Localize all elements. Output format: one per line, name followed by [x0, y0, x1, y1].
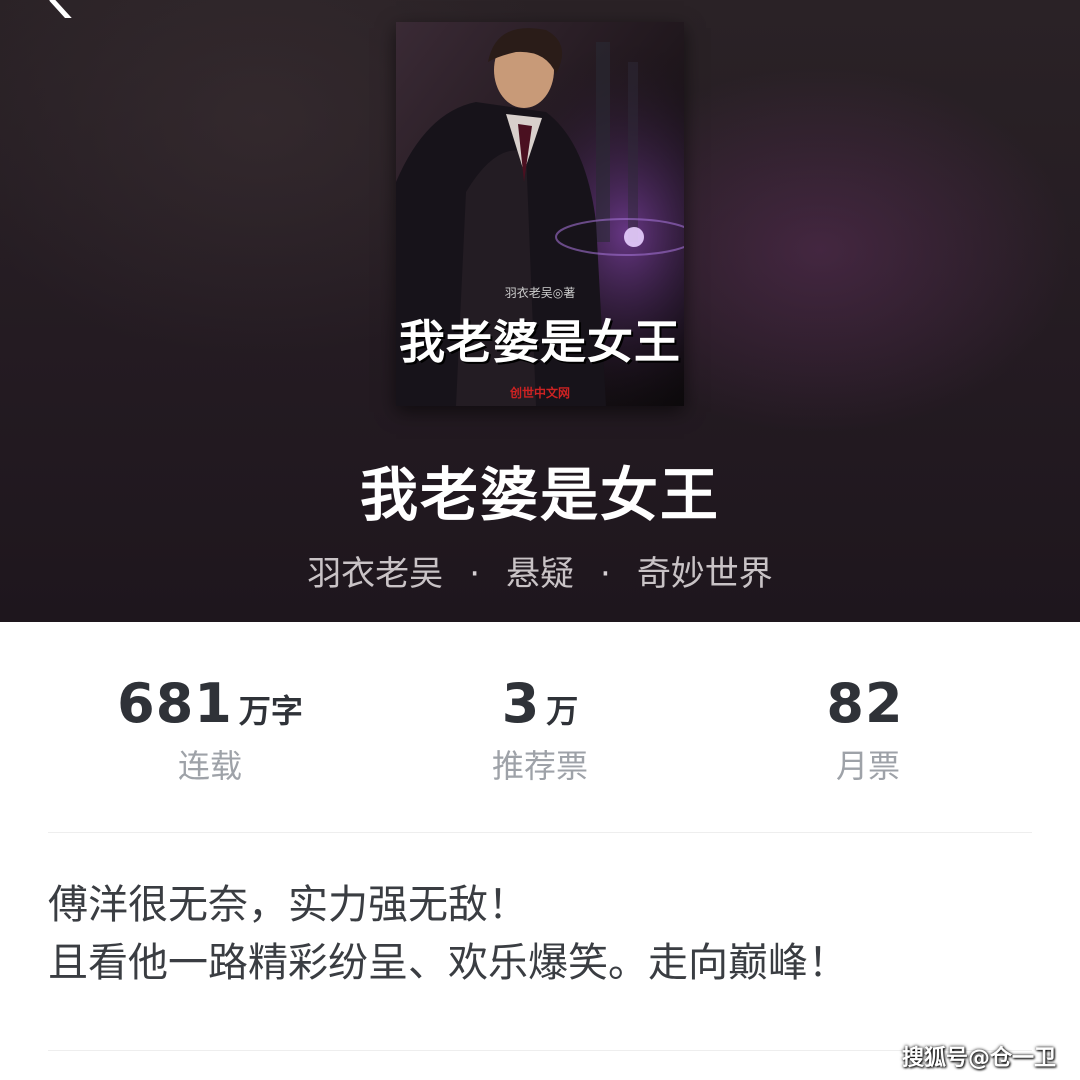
stat-number: 681	[117, 672, 233, 735]
watermark: 搜狐号@仓一卫	[901, 1046, 1056, 1071]
stat-unit: 万	[546, 692, 579, 730]
divider	[48, 1050, 1032, 1051]
divider	[48, 832, 1032, 833]
stat-label: 连载	[177, 747, 242, 785]
cover-title: 我老婆是女王	[399, 315, 681, 369]
book-header: 羽衣老吴◎著 我老婆是女王 创世中文网 我老婆是女王 羽衣老吴 · 悬疑 · 奇妙世界	[0, 0, 1080, 622]
stat-label: 月票	[835, 747, 900, 785]
back-button[interactable]	[38, 0, 82, 25]
book-cover[interactable]: 羽衣老吴◎著 我老婆是女王 创世中文网	[396, 22, 684, 406]
book-title: 我老婆是女王	[359, 461, 720, 529]
stat-unit: 万字	[238, 692, 303, 730]
author-link[interactable]: 羽衣老吴	[307, 554, 443, 594]
stat-number: 3	[501, 672, 541, 735]
stat-monthly-votes[interactable]: 82 月票	[768, 672, 968, 787]
description-line: 傅洋很无奈，实力强无敌！	[48, 882, 528, 928]
category-link[interactable]: 悬疑	[506, 554, 574, 594]
stat-word-count: 681 万字 连载	[110, 672, 310, 787]
subcategory-link[interactable]: 奇妙世界	[637, 554, 773, 594]
book-meta: 羽衣老吴 · 悬疑 · 奇妙世界	[0, 546, 1080, 595]
cover-publisher-logo: 创世中文网	[509, 386, 570, 400]
stat-label: 推荐票	[491, 747, 588, 785]
stat-recommend-votes[interactable]: 3万 推荐票	[440, 672, 640, 787]
meta-separator: ·	[600, 554, 611, 594]
stat-value: 3万	[440, 672, 640, 735]
cover-author: 羽衣老吴◎著	[504, 286, 576, 300]
stat-value: 82	[768, 672, 968, 735]
description-line: 且看他一路精彩纷呈、欢乐爆笑。走向巅峰！	[48, 940, 848, 986]
stat-number: 82	[826, 672, 904, 735]
chevron-left-icon	[49, 0, 75, 25]
meta-separator: ·	[469, 554, 480, 594]
book-stats: 681 万字 连载 3万 推荐票 82 月票	[0, 672, 1080, 792]
book-description[interactable]: 傅洋很无奈，实力强无敌！ 且看他一路精彩纷呈、欢乐爆笑。走向巅峰！	[48, 876, 1048, 992]
stat-value: 681 万字	[110, 672, 310, 735]
